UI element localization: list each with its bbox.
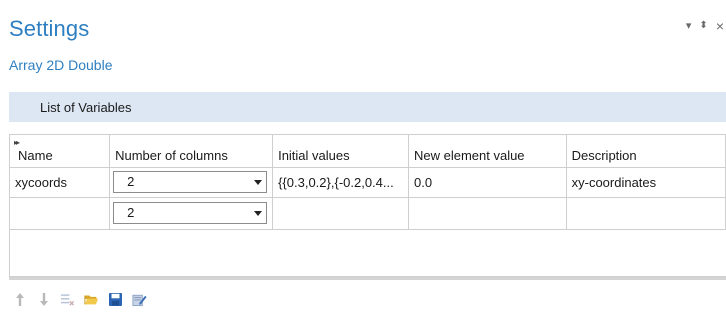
number-of-columns-select[interactable]: 2 xyxy=(113,171,268,193)
move-up-icon[interactable] xyxy=(12,292,27,307)
number-of-columns-select[interactable]: 2 xyxy=(113,202,268,224)
column-header-number-of-columns[interactable]: Number of columns xyxy=(109,135,274,168)
table-row[interactable]: 2 xyxy=(10,197,726,230)
cell-new-element-value[interactable] xyxy=(408,197,567,230)
expand-columns-icon[interactable]: ▸▸ xyxy=(14,138,20,147)
column-header-name[interactable]: ▸▸ Name xyxy=(10,135,111,168)
table-toolbar xyxy=(12,289,147,309)
column-header-initial-values[interactable]: Initial values xyxy=(272,135,409,168)
cell-initial-values[interactable] xyxy=(272,197,409,230)
section-label: List of Variables xyxy=(40,100,132,115)
cell-name[interactable]: xycoords xyxy=(10,167,111,198)
cell-new-element-value[interactable]: 0.0 xyxy=(408,167,567,198)
section-header-list-of-variables[interactable]: List of Variables xyxy=(9,92,726,122)
cell-initial-values[interactable]: {{0.3,0.2},{-0.2,0.4... xyxy=(272,167,409,198)
open-folder-icon[interactable] xyxy=(84,292,99,307)
pin-icon[interactable]: ⬍ xyxy=(699,20,707,32)
page-subtitle: Array 2D Double xyxy=(9,57,113,73)
cell-name[interactable] xyxy=(10,197,111,230)
save-icon[interactable] xyxy=(108,292,123,307)
cell-number-of-columns: 2 xyxy=(109,167,274,198)
column-header-description[interactable]: Description xyxy=(566,135,726,168)
window-menu-dropdown-icon[interactable]: ▾ xyxy=(686,20,692,32)
cell-number-of-columns: 2 xyxy=(109,197,274,230)
cell-description[interactable]: xy-coordinates xyxy=(566,167,726,198)
move-down-icon[interactable] xyxy=(36,292,51,307)
cell-description[interactable] xyxy=(566,197,726,230)
close-icon[interactable]: × xyxy=(716,19,724,33)
page-title: Settings xyxy=(9,16,90,41)
table-header-row: ▸▸ Name Number of columns Initial values… xyxy=(10,135,726,168)
edit-icon[interactable] xyxy=(132,292,147,307)
chevron-down-icon xyxy=(254,211,263,216)
variables-table: ▸▸ Name Number of columns Initial values… xyxy=(9,134,726,277)
table-row[interactable]: xycoords 2 {{0.3,0.2},{-0.2,0.4... 0.0 x… xyxy=(10,167,726,198)
delete-icon[interactable] xyxy=(60,292,75,307)
settings-header: Settings Array 2D Double ▾ ⬍ × xyxy=(0,0,726,88)
window-controls: ▾ ⬍ × xyxy=(686,19,724,33)
table-divider xyxy=(9,277,726,280)
column-header-new-element-value[interactable]: New element value xyxy=(408,135,567,168)
chevron-down-icon xyxy=(254,180,263,185)
